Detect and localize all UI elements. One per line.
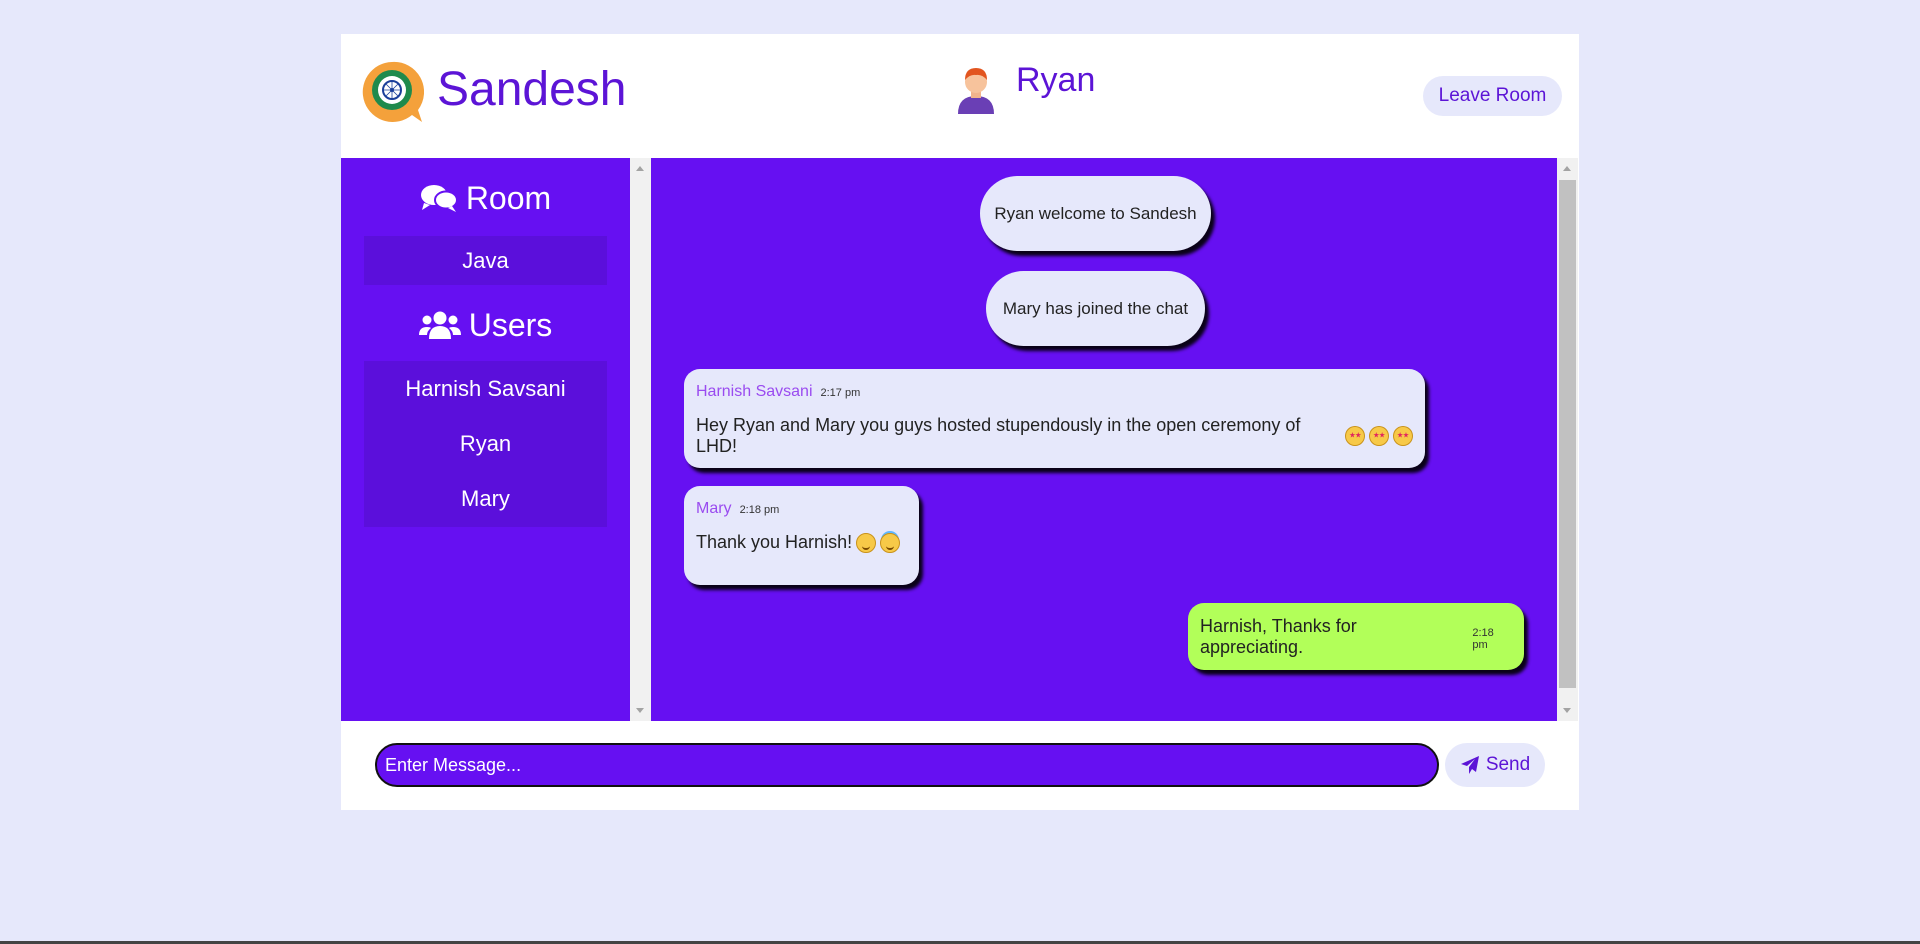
message-input[interactable] [375,743,1439,787]
brand-title: Sandesh [437,63,627,116]
app-logo-icon [362,61,424,122]
message-sender: Harnish Savsani [696,383,813,400]
chat-scrollbar[interactable] [1557,158,1578,721]
sidebar-scrollbar[interactable] [630,158,651,721]
scroll-up-arrow[interactable] [636,166,644,171]
room-box: Java [364,236,607,285]
comments-icon [420,185,458,212]
message-text: Hey Ryan and Mary you guys hosted stupen… [696,415,1301,456]
header: Sandesh Ryan Leave Room [341,34,1579,158]
message-text: Harnish, Thanks for appreciating. [1200,615,1357,657]
user-item: Harnish Savsani [405,376,566,401]
leave-room-button[interactable]: Leave Room [1423,76,1562,116]
room-heading: Room [465,179,552,216]
star-eyes-emoji [1393,426,1413,446]
chat-app: Sandesh Ryan Leave Room Room Java Users … [341,34,1579,810]
send-label: Send [1485,754,1531,775]
system-message: Ryan welcome to Sandesh [980,176,1211,251]
star-eyes-emoji [1369,426,1390,446]
users-heading: Users [468,306,553,343]
message-time: 2:18 pm [739,504,780,516]
user-item: Ryan [459,431,512,456]
paper-plane-icon [1460,756,1479,774]
sidebar: Room Java Users Harnish Savsani Ryan Mar… [341,158,630,721]
scroll-up-arrow[interactable] [1563,166,1571,171]
system-message: Mary has joined the chat [986,271,1205,346]
halo-emoji [880,532,901,553]
scroll-down-arrow[interactable] [1563,708,1571,713]
message-time: 2:17 pm [820,387,861,399]
outgoing-message: Harnish, Thanks for appreciating. 2:18 p… [1188,603,1524,670]
scrollbar-thumb[interactable] [1559,180,1576,688]
scroll-down-arrow[interactable] [636,708,644,713]
smile-emoji [856,532,877,553]
message-sender: Mary [696,500,732,517]
users-list: Harnish Savsani Ryan Mary [364,361,607,527]
message-time: 2:18 pm [1472,626,1494,651]
chat-messages: Ryan welcome to Sandesh Mary has joined … [651,158,1557,721]
current-user-name: Ryan [1016,61,1096,99]
message-text: Thank you Harnish! [696,532,853,552]
incoming-message: Harnish Savsani 2:17 pm Hey Ryan and Mar… [684,369,1425,468]
users-section-title: Users [341,302,630,348]
send-button[interactable]: Send [1445,743,1545,787]
users-icon [418,311,461,339]
room-name: Java [462,248,509,273]
incoming-message: Mary 2:18 pm Thank you Harnish! [684,486,919,585]
user-avatar-icon [958,68,994,114]
star-eyes-emoji [1345,426,1366,446]
user-item: Mary [461,486,510,511]
message-composer: Send [341,721,1579,810]
room-section-title: Room [341,176,630,220]
